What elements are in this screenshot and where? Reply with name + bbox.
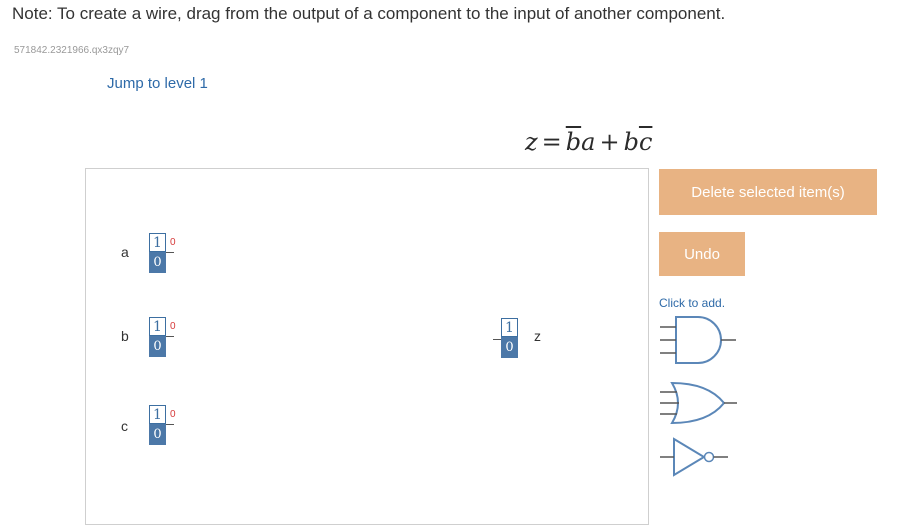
- equation-term-a: a: [581, 128, 596, 156]
- toggle-one-b[interactable]: 1: [149, 317, 166, 336]
- toggle-zero-a[interactable]: 0: [149, 252, 166, 273]
- equation-lhs: z: [525, 128, 538, 156]
- equation-term-b: b: [623, 128, 639, 156]
- output-pin-b[interactable]: [166, 336, 174, 337]
- toggle-zero-c[interactable]: 0: [149, 424, 166, 445]
- output-label-z: z: [534, 328, 541, 344]
- circuit-canvas[interactable]: a 1 0 0 b 1 0 0 c 1 0 0 1 0 z: [85, 168, 649, 525]
- activity-code: 571842.2321966.qx3zqy7: [14, 45, 130, 56]
- input-pin-z[interactable]: [493, 339, 501, 340]
- not-gate-icon[interactable]: [658, 436, 740, 478]
- toggle-one-a[interactable]: 1: [149, 233, 166, 252]
- input-toggle-c[interactable]: 1 0: [149, 405, 166, 445]
- output-value-c: 0: [170, 409, 176, 420]
- input-label-c: c: [121, 418, 128, 434]
- equation-plus: +: [599, 128, 620, 156]
- input-toggle-a[interactable]: 1 0: [149, 233, 166, 273]
- instruction-note: Note: To create a wire, drag from the ou…: [12, 4, 726, 23]
- output-value-b: 0: [170, 321, 176, 332]
- equation-term-c-bar: c: [638, 128, 653, 156]
- output-display-z: 1 0: [501, 318, 518, 358]
- output-pin-c[interactable]: [166, 424, 174, 425]
- click-to-add-hint: Click to add.: [659, 296, 726, 310]
- output-value-a: 0: [170, 237, 176, 248]
- or-gate-icon[interactable]: [658, 380, 740, 426]
- equation-term-b-bar: b: [565, 128, 582, 156]
- input-label-a: a: [121, 244, 129, 260]
- input-label-b: b: [121, 328, 129, 344]
- output-pin-a[interactable]: [166, 252, 174, 253]
- and-gate-icon[interactable]: [658, 314, 740, 366]
- input-toggle-b[interactable]: 1 0: [149, 317, 166, 357]
- target-equation: z = ba + bc: [525, 128, 652, 156]
- undo-button[interactable]: Undo: [659, 232, 745, 276]
- toggle-one-c[interactable]: 1: [149, 405, 166, 424]
- output-one-z: 1: [501, 318, 518, 337]
- equation-equals: =: [541, 128, 562, 156]
- output-zero-z: 0: [501, 337, 518, 358]
- delete-selected-button[interactable]: Delete selected item(s): [659, 169, 877, 215]
- toggle-zero-b[interactable]: 0: [149, 336, 166, 357]
- jump-to-level-link[interactable]: Jump to level 1: [107, 75, 208, 92]
